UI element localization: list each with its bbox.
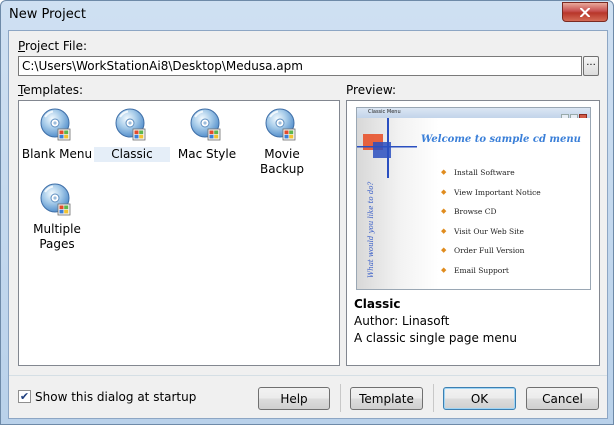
thumbnail-window-controls: [560, 109, 588, 120]
template-label: Multiple Pages: [33, 222, 81, 251]
thumbnail-menu-item: Visit Our Web Site: [441, 227, 541, 247]
thumbnail-menu-items: Install Software View Important Notice B…: [441, 168, 541, 285]
template-description: A classic single page menu: [354, 331, 517, 345]
show-at-startup-checkbox[interactable]: ✔: [18, 390, 31, 403]
thumbnail-window-title: Classic Menu: [368, 109, 401, 115]
template-item-mac-style[interactable]: Mac Style: [169, 108, 245, 162]
ellipsis-icon: ···: [586, 60, 596, 71]
template-label: Blank Menu: [21, 147, 93, 161]
thumbnail-heading: Welcome to sample cd menu: [421, 134, 581, 145]
thumbnail-menu-item: Email Support: [441, 266, 541, 286]
preview-label: Preview:: [346, 83, 397, 97]
show-at-startup-label[interactable]: Show this dialog at startup: [35, 390, 196, 404]
help-button[interactable]: Help: [258, 387, 330, 410]
footer-divider: [9, 375, 607, 376]
ok-button[interactable]: OK: [443, 387, 516, 410]
cd-icon: [114, 108, 150, 144]
thumbnail-side-text: What would you like to do?: [367, 181, 375, 278]
template-label: Movie Backup: [260, 147, 304, 176]
template-author: Author: Linasoft: [354, 314, 450, 328]
thumbnail-menu-item: Order Full Version: [441, 246, 541, 266]
button-separator: [433, 384, 434, 412]
browse-button[interactable]: ···: [583, 56, 599, 76]
title-bar[interactable]: New Project: [1, 1, 613, 30]
cd-icon: [39, 108, 75, 144]
templates-list[interactable]: Blank Menu Classic Mac Style Movie Backu…: [18, 100, 340, 366]
preview-thumbnail: Classic Menu Welcome to sample cd menu W…: [356, 107, 591, 290]
checkmark-icon: ✔: [19, 390, 30, 403]
close-button[interactable]: [562, 2, 608, 22]
close-icon: [580, 7, 590, 17]
cd-icon: [189, 108, 225, 144]
template-label: Classic: [94, 147, 170, 162]
cd-icon: [39, 183, 75, 219]
template-item-blank-menu[interactable]: Blank Menu: [19, 108, 95, 162]
thumbnail-body: Welcome to sample cd menu What would you…: [357, 118, 590, 289]
thumbnail-logo-graphic: [357, 118, 417, 178]
project-file-input[interactable]: [18, 56, 582, 76]
thumbnail-title-bar: Classic Menu: [357, 108, 590, 120]
dialog-body: Project File: ··· Templates: Blank Menu …: [8, 30, 608, 419]
cd-icon: [264, 108, 300, 144]
new-project-window: New Project Project File: ··· Templates:…: [0, 0, 614, 425]
thumbnail-menu-item: Browse CD: [441, 207, 541, 227]
template-item-classic[interactable]: Classic: [94, 108, 170, 162]
thumbnail-menu-item: Install Software: [441, 168, 541, 188]
template-info: Classic Author: Linasoft A classic singl…: [354, 296, 517, 347]
project-file-label: Project File:: [18, 39, 87, 53]
template-button[interactable]: Template: [350, 387, 423, 410]
preview-panel: Classic Menu Welcome to sample cd menu W…: [346, 100, 600, 366]
window-title: New Project: [9, 7, 86, 22]
cancel-button[interactable]: Cancel: [526, 387, 599, 410]
thumbnail-menu-item: View Important Notice: [441, 188, 541, 208]
template-name: Classic: [354, 297, 401, 311]
templates-label: Templates:: [18, 83, 84, 97]
template-item-multiple-pages[interactable]: Multiple Pages: [19, 183, 95, 252]
button-separator: [340, 384, 341, 412]
template-label: Mac Style: [177, 147, 237, 161]
template-item-movie-backup[interactable]: Movie Backup: [244, 108, 320, 177]
